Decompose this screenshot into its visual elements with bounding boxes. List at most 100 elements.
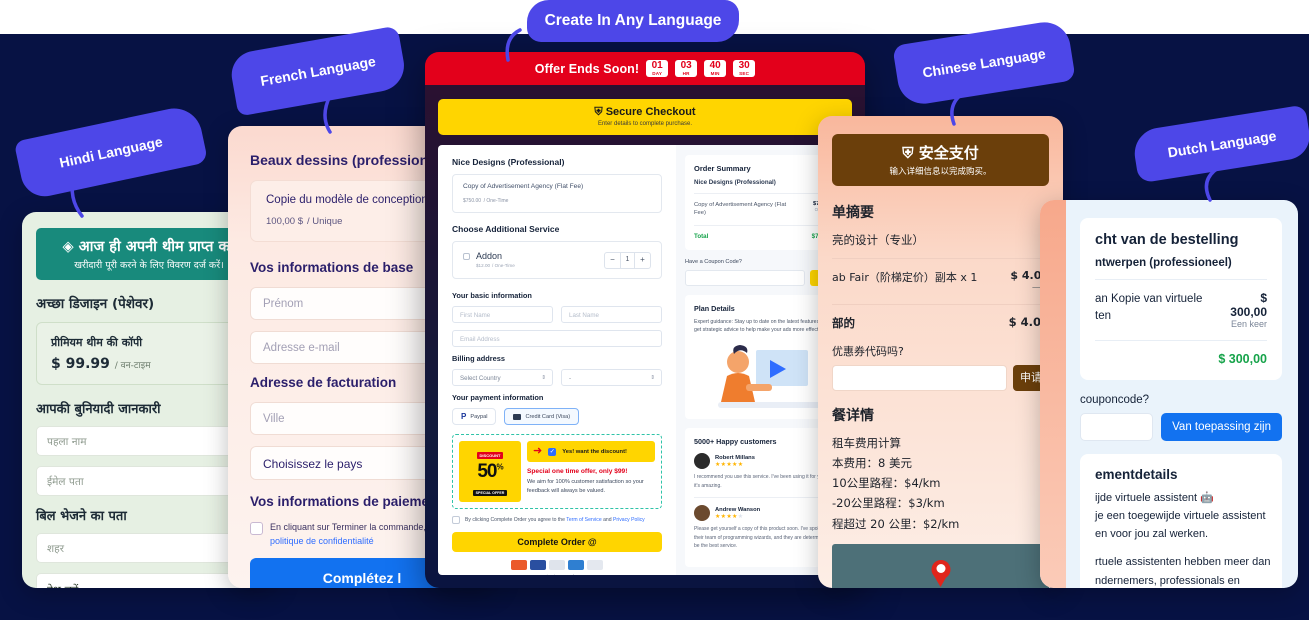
secure-checkout-subtitle: Enter details to complete purchase. xyxy=(597,121,693,127)
badge-center-label: Create In Any Language xyxy=(544,12,722,29)
product-box: Copy of Advertisement Agency (Flat Fee) … xyxy=(452,174,662,213)
plan-details-illustration xyxy=(694,340,834,410)
agree-checkbox[interactable] xyxy=(452,516,460,524)
map-pin-icon xyxy=(931,559,950,587)
order-summary-total: Total $750.00 xyxy=(694,232,834,240)
hindi-product-period: / वन-टाइम xyxy=(114,361,151,371)
french-country-value: Choisissez le pays xyxy=(263,457,363,471)
terms-of-service-link[interactable]: Term of Service xyxy=(566,517,601,523)
stepper-increment[interactable]: + xyxy=(635,253,650,268)
chinese-total: 部的 $ 4.00 xyxy=(832,315,1049,330)
state-select[interactable]: - ⇕ xyxy=(561,369,662,386)
chinese-plan-line: 本费用：8 美元 xyxy=(832,456,912,471)
agree-terms-row[interactable]: By clicking Complete Order you agree to … xyxy=(452,516,662,524)
promo-text: We aim for 100% customer satisfaction so… xyxy=(527,479,644,494)
product-price: $750.00 xyxy=(463,198,482,204)
addon-section-label: Choose Additional Service xyxy=(452,224,560,234)
chinese-plan-details-title: 餐详情 xyxy=(832,408,874,424)
first-name-input[interactable]: First Name xyxy=(452,306,553,323)
dutch-coupon-input[interactable] xyxy=(1080,413,1154,441)
credit-card-option[interactable]: Credit Card (Visa) xyxy=(504,408,580,425)
french-privacy-link[interactable]: politique de confidentialité xyxy=(270,536,374,546)
plan-details-text: Expert guidance: Stay up to date on the … xyxy=(694,318,830,334)
discover-icon xyxy=(587,560,603,570)
badge-french-label: French Language xyxy=(259,52,377,90)
dutch-order-summary-box: cht van de bestelling ntwerpen (professi… xyxy=(1080,218,1282,380)
chinese-coupon-input[interactable] xyxy=(832,365,1007,391)
privacy-policy-link[interactable]: Privacy Policy xyxy=(613,517,645,523)
french-terms-text: En cliquant sur Terminer la commande, v xyxy=(270,522,433,532)
badge-dutch-label: Dutch Language xyxy=(1166,127,1278,161)
addon-period: / One-Time xyxy=(492,263,515,268)
reviews-title: 5000+ Happy customers xyxy=(694,437,777,447)
dutch-plan-details-title: ementdetails xyxy=(1095,467,1178,482)
french-product-period: / Unique xyxy=(307,216,343,227)
addon-checkbox[interactable] xyxy=(463,253,470,260)
hindi-banner-subtitle: खरीदारी पूरी करने के लिए विवरण दर्ज करें… xyxy=(74,260,224,271)
order-summary-line-item: Copy of Advertisement Agency (Flat Fee) … xyxy=(694,194,834,226)
dutch-plan-line: en voor jou zal werken. xyxy=(1095,528,1209,541)
dutch-line-item: an Kopie van virtuele ten $ 300,00 Een k… xyxy=(1095,280,1267,341)
visa-icon xyxy=(530,560,546,570)
product-period: / One-Time xyxy=(483,198,509,204)
product-heading: Nice Designs (Professional) xyxy=(452,157,565,167)
layers-icon: ◈ xyxy=(62,239,74,255)
paypal-option[interactable]: P Paypal xyxy=(452,408,497,425)
country-select[interactable]: Select Country ⇕ xyxy=(452,369,553,386)
product-name: Copy of Advertisement Agency (Flat Fee) xyxy=(463,183,584,190)
arrow-right-icon: ➜ xyxy=(533,445,543,457)
chinese-plan-line: 租车费用计算 xyxy=(832,436,901,450)
review-item: Andrew Wanson ★★★★★ Please get yourself … xyxy=(694,497,834,558)
countdown-min: 40 MIN xyxy=(704,59,727,78)
checkout-card-chinese: ⛨ 安全支付 输入详细信息以完成购买。 单摘要 亮的设计（专业） ab Fair… xyxy=(818,116,1063,588)
hindi-country-value: देश चुनें xyxy=(47,583,78,588)
order-summary-plan: Nice Designs (Professional) xyxy=(694,179,834,194)
addon-row: Addon $12.00 / One-Time − 1 + xyxy=(452,241,662,279)
hindi-product-price: $ 99.99 xyxy=(51,356,110,372)
email-input[interactable]: Email Address xyxy=(452,330,662,347)
badge-chinese-label: Chinese Language xyxy=(921,45,1047,81)
last-name-input[interactable]: Last Name xyxy=(561,306,662,323)
chinese-coupon-label: 优惠券代码吗? xyxy=(832,345,904,358)
avatar xyxy=(694,453,710,470)
dutch-plan-line: ijde virtuele assistent 🤖 xyxy=(1095,492,1214,504)
french-terms-checkbox[interactable] xyxy=(250,522,263,535)
coupon-input[interactable] xyxy=(685,269,805,286)
chinese-plan: 亮的设计（专业） xyxy=(832,232,1049,259)
chinese-summary-title: 单摘要 xyxy=(832,205,874,221)
screenshot-stage: ◈ आज ही अपनी थीम प्राप्त करें खरीदारी पू… xyxy=(0,0,1309,620)
order-summary-title: Order Summary xyxy=(694,164,751,173)
dutch-plan-line: rtuele assistenten hebben meer dan xyxy=(1095,556,1271,569)
countdown-day: 01 DAY xyxy=(646,59,669,78)
plan-details-title: Plan Details xyxy=(694,303,735,313)
checkout-form-column: Nice Designs (Professional) Copy of Adve… xyxy=(438,145,676,575)
offer-label: Offer Ends Soon! xyxy=(534,61,640,76)
chinese-banner-title: 安全支付 xyxy=(918,144,979,162)
hindi-product-name: प्रीमियम थीम की कॉपी xyxy=(51,336,143,349)
dutch-coupon-apply-button[interactable]: Van toepassing zijn xyxy=(1161,413,1282,441)
complete-order-button[interactable]: Complete Order @ xyxy=(452,532,662,552)
shield-check-icon: ⛨ xyxy=(594,106,603,118)
map-illustration xyxy=(832,543,1049,588)
dutch-plan: ntwerpen (professioneel) xyxy=(1095,257,1267,280)
rating-stars: ★★★★★ xyxy=(715,513,744,520)
secure-checkout-title: Secure Checkout xyxy=(605,106,696,118)
chinese-line-item: ab Fair（阶梯定价）副本 x 1 $ 4.00 一度 xyxy=(832,259,1049,305)
badge-hindi-label: Hindi Language xyxy=(57,133,165,171)
stepper-value: 1 xyxy=(620,252,635,268)
checkout-card-english: Offer Ends Soon! 01 DAY 03 HR 40 MIN 30 … xyxy=(425,52,865,588)
basic-info-label: Your basic information xyxy=(452,291,532,300)
paypal-icon: P xyxy=(461,412,467,421)
shield-check-icon: ⛨ xyxy=(902,144,914,162)
at-icon: @ xyxy=(587,537,597,547)
review-text: I recommend you use this service. I've b… xyxy=(694,474,831,489)
addon-quantity-stepper[interactable]: − 1 + xyxy=(604,251,651,269)
dutch-accent-strip xyxy=(1040,200,1066,588)
dutch-plan-details-box: ementdetails ijde virtuele assistent 🤖 j… xyxy=(1080,454,1282,588)
accepted-cards xyxy=(452,560,662,570)
dutch-summary-title: cht van de bestelling xyxy=(1095,232,1239,248)
stepper-decrement[interactable]: − xyxy=(605,253,620,268)
discount-promo-box: DISCOUNT 50% SPECIAL OFFER ➜ ✓ Yes! want… xyxy=(452,434,662,509)
discount-checkbox[interactable]: ✓ xyxy=(548,447,557,456)
secure-checkout-banner: ⛨ Secure Checkout Enter details to compl… xyxy=(438,99,852,135)
